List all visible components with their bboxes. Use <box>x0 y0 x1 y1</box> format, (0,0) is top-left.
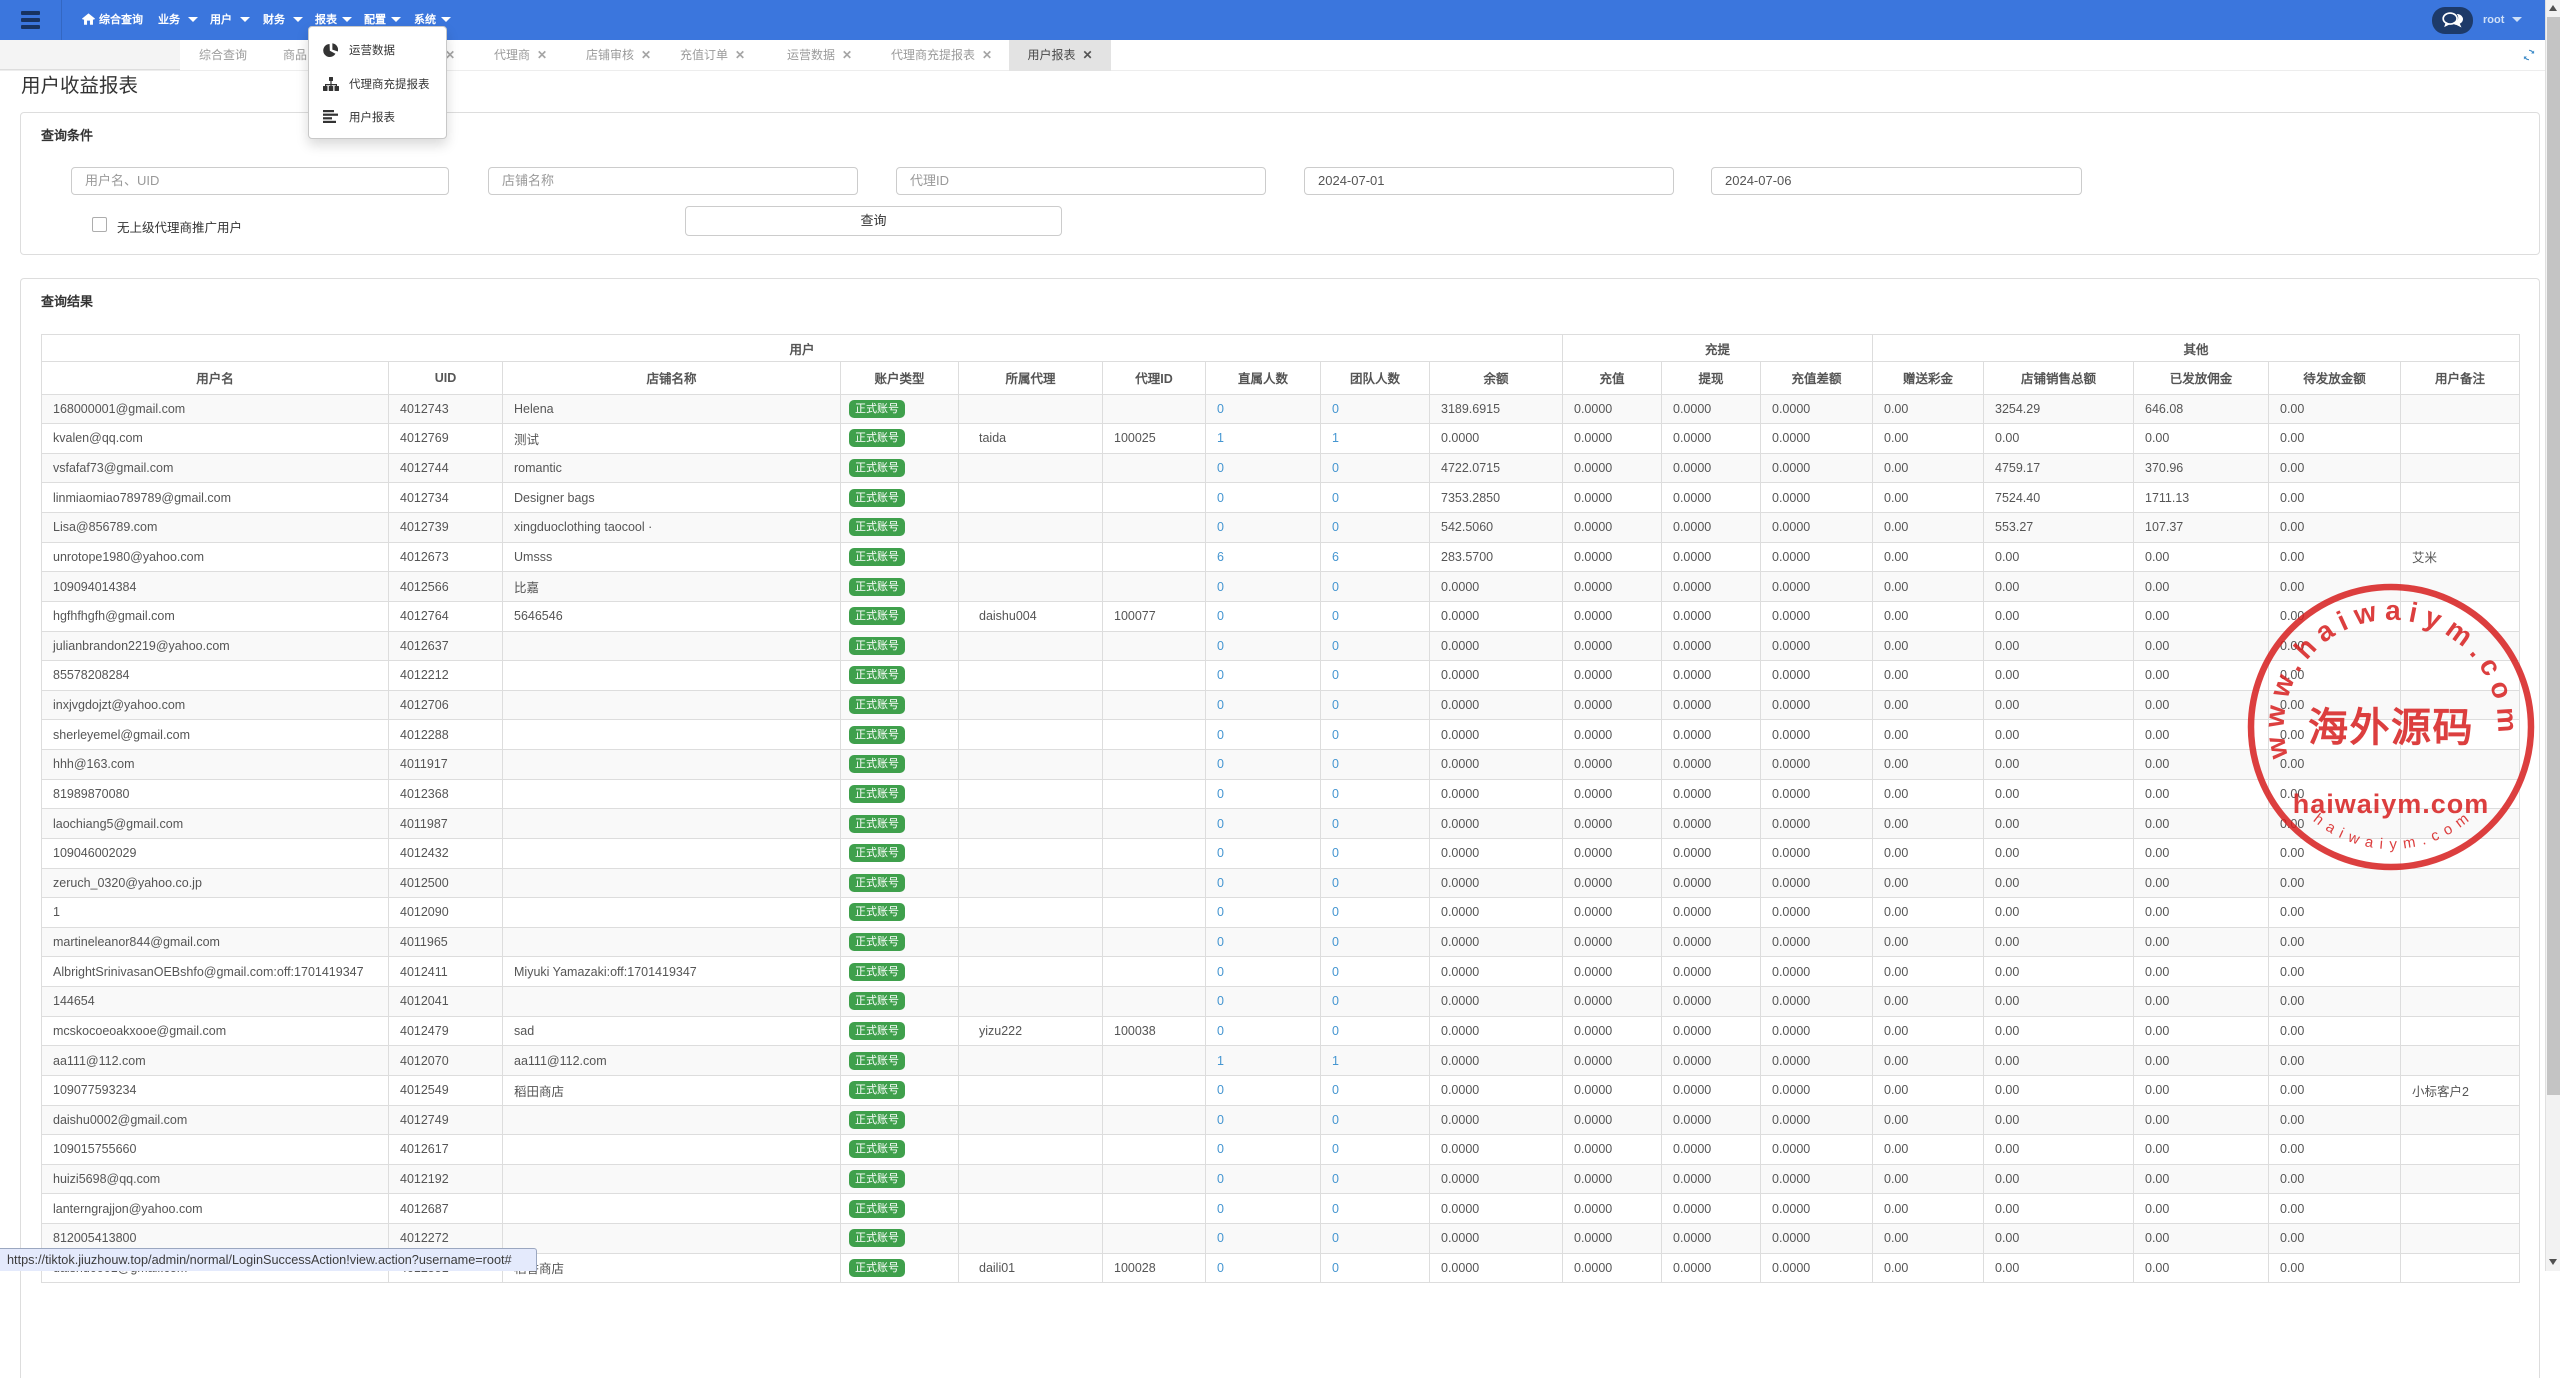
svg-text:海外源码: 海外源码 <box>2308 705 2474 750</box>
